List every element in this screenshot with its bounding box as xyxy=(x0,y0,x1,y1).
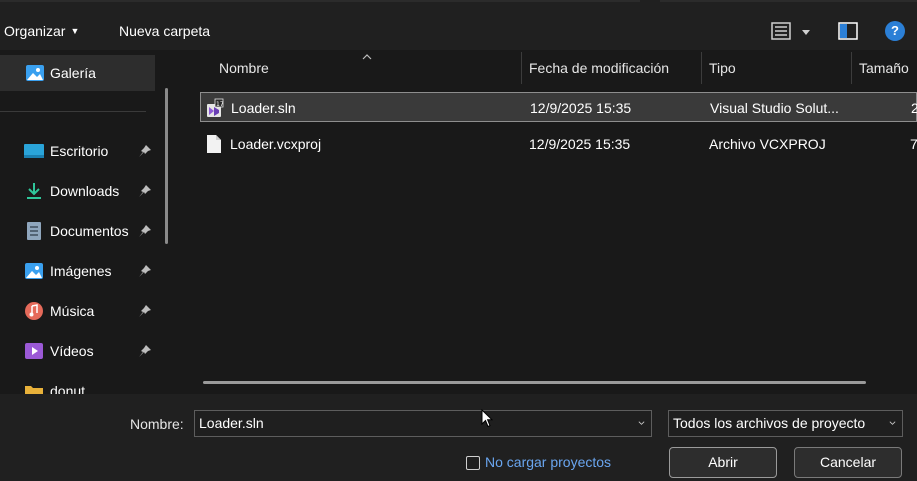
file-name-label: Nombre: xyxy=(130,416,184,432)
pin-icon xyxy=(139,345,151,357)
no-load-projects-label[interactable]: No cargar proyectos xyxy=(485,452,611,472)
file-size: 7 xyxy=(910,136,917,152)
file-name: Loader.vcxproj xyxy=(230,136,322,152)
column-header-type[interactable]: Tipo xyxy=(709,50,736,86)
horizontal-scrollbar[interactable] xyxy=(203,381,866,384)
file-modified: 12/9/2025 15:35 xyxy=(530,100,632,116)
new-folder-button[interactable]: Nueva carpeta xyxy=(119,12,210,50)
address-bar-edge xyxy=(0,0,640,2)
file-type: Archivo VCXPROJ xyxy=(709,136,826,152)
pictures-icon xyxy=(25,263,43,279)
vs-solution-icon: 17 xyxy=(207,98,224,117)
sort-ascending-icon xyxy=(362,54,372,60)
desktop-icon xyxy=(24,144,44,158)
sidebar-item-documentos[interactable]: Documentos xyxy=(0,213,160,249)
organize-button[interactable]: Organizar ▼ xyxy=(4,12,79,50)
column-header-size[interactable]: Tamaño xyxy=(859,50,909,86)
file-name-value: Loader.sln xyxy=(199,415,264,431)
chevron-down-icon[interactable] xyxy=(638,421,645,425)
sidebar-item-label: donut xyxy=(50,383,86,394)
help-icon[interactable]: ? xyxy=(885,21,905,41)
column-header-modified[interactable]: Fecha de modificación xyxy=(529,50,669,86)
pin-icon xyxy=(139,185,151,197)
organize-label: Organizar xyxy=(4,23,66,39)
file-type-filter-value: Todos los archivos de proyecto xyxy=(673,415,866,431)
gallery-icon xyxy=(26,65,44,81)
svg-text:17: 17 xyxy=(216,101,224,108)
file-row[interactable]: Loader.vcxproj 12/9/2025 15:35 Archivo V… xyxy=(200,129,917,159)
column-divider[interactable] xyxy=(701,52,702,84)
file-type-filter[interactable]: Todos los archivos de proyecto xyxy=(668,410,903,437)
sidebar-item-label: Downloads xyxy=(50,183,120,199)
pin-icon xyxy=(139,265,151,277)
sidebar-item-imagenes[interactable]: Imágenes xyxy=(0,253,160,289)
sidebar-item-videos[interactable]: Vídeos xyxy=(0,333,160,369)
file-name: Loader.sln xyxy=(231,100,296,116)
pin-icon xyxy=(139,305,151,317)
chevron-down-icon xyxy=(889,421,896,425)
column-divider[interactable] xyxy=(851,52,852,84)
sidebar-item-donut[interactable]: donut xyxy=(0,373,160,394)
sidebar-item-label: Música xyxy=(50,303,95,319)
pin-icon xyxy=(139,225,151,237)
top-strip xyxy=(0,0,917,12)
column-divider[interactable] xyxy=(521,52,522,84)
sidebar-item-escritorio[interactable]: Escritorio xyxy=(0,133,160,169)
sidebar-divider xyxy=(0,111,146,112)
sidebar-item-label: Imágenes xyxy=(50,263,112,279)
file-icon xyxy=(207,135,221,153)
music-icon xyxy=(25,302,43,320)
view-dropdown-icon[interactable] xyxy=(802,30,810,35)
sidebar-item-musica[interactable]: Música xyxy=(0,293,160,329)
file-size: 2 xyxy=(911,100,917,116)
sidebar-item-galeria[interactable]: Galería xyxy=(0,55,155,91)
sidebar-item-label: Galería xyxy=(50,65,96,81)
folder-icon xyxy=(25,386,43,394)
toolbar: Organizar ▼ Nueva carpeta ? xyxy=(0,12,917,50)
preview-pane-icon[interactable] xyxy=(838,22,858,40)
file-name-input[interactable]: Loader.sln xyxy=(194,410,652,437)
documents-icon xyxy=(27,222,41,240)
search-bar-edge xyxy=(660,0,917,2)
file-type: Visual Studio Solut... xyxy=(710,100,839,116)
download-icon xyxy=(27,183,41,199)
sidebar-item-label: Escritorio xyxy=(50,143,109,159)
open-button[interactable]: Abrir xyxy=(669,447,777,478)
file-list: Nombre Fecha de modificación Tipo Tamaño… xyxy=(178,50,917,394)
navigation-pane: Galería Escritorio Downloads Documentos xyxy=(0,50,178,394)
file-row[interactable]: 17 Loader.sln 12/9/2025 15:35 Visual Stu… xyxy=(200,92,917,122)
chevron-down-icon: ▼ xyxy=(70,26,80,36)
cancel-button[interactable]: Cancelar xyxy=(794,447,902,478)
no-load-projects-checkbox[interactable] xyxy=(466,456,480,470)
mouse-cursor-icon xyxy=(481,409,493,428)
sidebar-item-label: Vídeos xyxy=(50,343,94,359)
dialog-footer: Nombre: Loader.sln Todos los archivos de… xyxy=(0,394,917,481)
sidebar-item-downloads[interactable]: Downloads xyxy=(0,173,160,209)
column-header-name[interactable]: Nombre xyxy=(219,50,269,86)
sidebar-scrollbar[interactable] xyxy=(165,88,168,244)
videos-icon xyxy=(25,343,43,359)
view-options-icon[interactable] xyxy=(771,22,791,40)
sidebar-item-label: Documentos xyxy=(50,223,129,239)
file-modified: 12/9/2025 15:35 xyxy=(529,136,631,152)
pin-icon xyxy=(139,145,151,157)
